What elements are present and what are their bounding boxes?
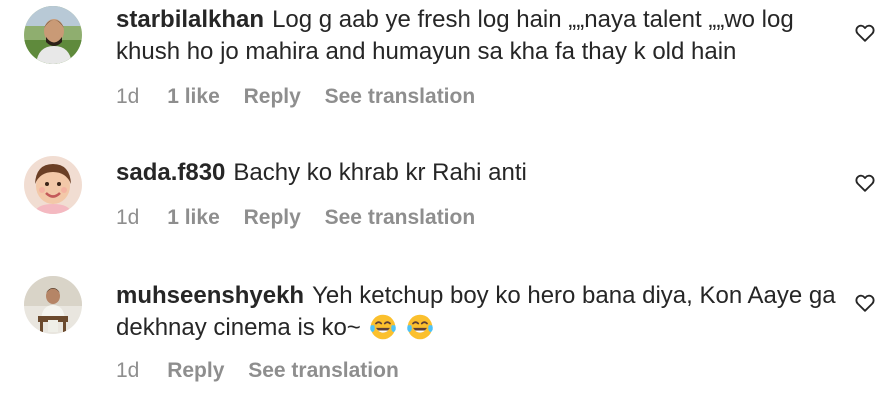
avatar-photo xyxy=(24,156,82,214)
heart-icon[interactable] xyxy=(854,172,876,194)
face-with-tears-of-joy-icon xyxy=(407,314,433,340)
comment-actions: 1d Reply See translation xyxy=(116,359,417,383)
comment-body: Bachy ko khrab kr Rahi anti xyxy=(233,159,527,186)
face-with-tears-of-joy-icon xyxy=(370,314,397,340)
see-translation-link[interactable]: See translation xyxy=(325,206,476,229)
comment-text: starbilalkhan Log g aab ye fresh log hain… xyxy=(116,4,836,68)
likes-count[interactable]: 1 like xyxy=(167,206,220,229)
reply-button[interactable]: Reply xyxy=(167,359,224,382)
see-translation-link[interactable]: See translation xyxy=(325,85,476,108)
likes-count[interactable]: 1 like xyxy=(167,85,220,108)
avatar[interactable] xyxy=(24,156,82,214)
heart-icon[interactable] xyxy=(854,22,876,44)
comment-text: sada.f830 Bachy ko khrab kr Rahi anti xyxy=(116,157,836,189)
comment-actions: 1d 1 like Reply See translation xyxy=(116,85,493,109)
reply-button[interactable]: Reply xyxy=(244,85,301,108)
comment-username[interactable]: sada.f830 xyxy=(116,159,225,186)
avatar[interactable] xyxy=(24,276,82,334)
reply-button[interactable]: Reply xyxy=(244,206,301,229)
comment-actions: 1d 1 like Reply See translation xyxy=(116,206,493,230)
avatar-photo xyxy=(24,6,82,64)
heart-icon[interactable] xyxy=(854,292,876,314)
avatar[interactable] xyxy=(24,6,82,64)
avatar-photo xyxy=(24,276,82,334)
comment-time: 1d xyxy=(116,359,140,382)
comment-username[interactable]: muhseenshyekh xyxy=(116,282,304,309)
comment-time: 1d xyxy=(116,206,140,229)
comment-time: 1d xyxy=(116,85,140,108)
see-translation-link[interactable]: See translation xyxy=(248,359,399,382)
comment-text: muhseenshyekh Yeh ketchup boy ko hero ban… xyxy=(116,280,836,344)
comment-username[interactable]: starbilalkhan xyxy=(116,6,264,33)
